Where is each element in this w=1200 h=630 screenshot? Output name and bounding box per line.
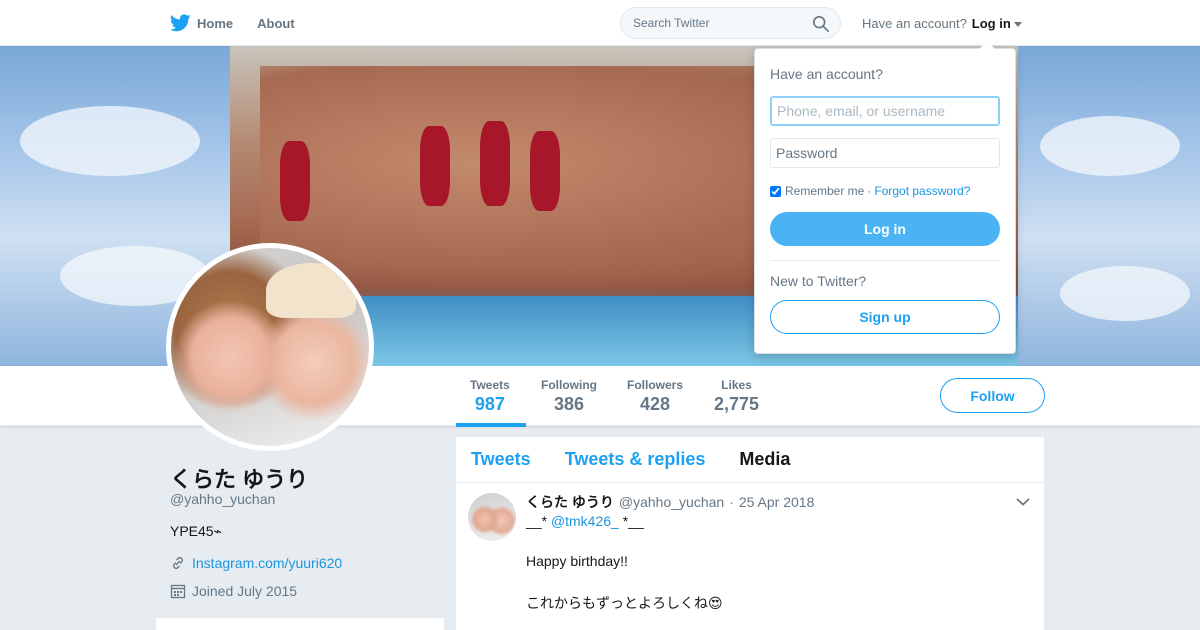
- profile-bio: YPE45⌁: [170, 523, 223, 539]
- caret-down-icon: [1013, 21, 1022, 27]
- tweet-text-line: これからもずっとよろしくね😍: [526, 595, 723, 611]
- tab-tweets[interactable]: Tweets: [471, 449, 531, 470]
- cloud-decoration: [1040, 116, 1180, 176]
- remember-me-checkbox[interactable]: [770, 185, 781, 197]
- stat-tweets-value: 987: [474, 394, 505, 414]
- avatar-photo-detail: [266, 263, 356, 318]
- profile-joined: Joined July 2015: [192, 583, 298, 599]
- profile-avatar[interactable]: [166, 243, 374, 451]
- profile-link-row: Instagram.com/yuuri620: [170, 555, 342, 571]
- login-submit-button[interactable]: Log in: [770, 212, 1000, 246]
- calendar-icon: [170, 584, 186, 599]
- tweet-header: くらた ゆうり @yahho_yuchan · 25 Apr 2018: [526, 492, 814, 512]
- stat-likes-value: 2,775: [714, 394, 760, 414]
- login-menu-label: Log in: [971, 15, 1011, 31]
- login-menu-button[interactable]: Log in: [972, 16, 1022, 31]
- timeline-tabs: Tweets Tweets & replies Media: [456, 437, 1044, 483]
- stat-followers-label: Followers: [627, 378, 684, 392]
- profile-name: くらた ゆうり: [170, 467, 309, 492]
- tweet-avatar[interactable]: [468, 493, 516, 541]
- cloud-decoration: [1060, 266, 1190, 321]
- link-icon: [173, 557, 183, 569]
- have-account-text: Have an account?: [862, 15, 967, 31]
- stat-following-value: 386: [553, 394, 585, 414]
- tweet-date[interactable]: 25 Apr 2018: [739, 494, 815, 510]
- tweet-text-line: Happy birthday!!: [526, 553, 628, 569]
- tweet-author-name[interactable]: くらた ゆうり: [526, 492, 614, 512]
- tab-tweets-and-replies[interactable]: Tweets & replies: [565, 449, 706, 470]
- stat-followers-value: 428: [639, 394, 671, 414]
- chevron-down-icon[interactable]: [1016, 497, 1030, 507]
- new-to-twitter-text: New to Twitter?: [770, 273, 867, 289]
- nav-home-label: Home: [197, 15, 234, 31]
- timeline: Tweets Tweets & replies Media くらた ゆうり @y…: [456, 437, 1044, 630]
- tweet-header-separator: ·: [729, 494, 734, 510]
- search-box[interactable]: [620, 7, 841, 39]
- stat-following-label: Following: [541, 378, 597, 392]
- account-area: Have an account? Log in: [862, 0, 1022, 46]
- forgot-password-link[interactable]: Forgot password?: [874, 184, 970, 198]
- profile-link[interactable]: Instagram.com/yuuri620: [192, 555, 342, 571]
- password-field[interactable]: [770, 138, 1000, 168]
- stat-likes-label: Likes: [721, 378, 752, 392]
- tweet-text-prefix: __*: [526, 513, 548, 529]
- cloud-decoration: [20, 106, 200, 176]
- nav-home[interactable]: Home: [170, 0, 233, 46]
- login-dropdown: Have an account? Remember me · Forgot pa…: [754, 41, 1016, 354]
- search-icon[interactable]: [812, 15, 830, 33]
- tweet-author-handle[interactable]: @yahho_yuchan: [619, 494, 724, 510]
- tweet-mention-link[interactable]: @tmk426_: [551, 513, 619, 529]
- follow-button[interactable]: Follow: [940, 378, 1045, 413]
- banner-photo-detail: [420, 126, 450, 206]
- remember-me-label[interactable]: Remember me: [785, 184, 864, 198]
- remember-separator: ·: [867, 184, 872, 198]
- profile-joined-row: Joined July 2015: [170, 583, 297, 599]
- twitter-bird-icon: [170, 14, 191, 32]
- nav-left: Home About: [170, 0, 319, 46]
- remember-me-row: Remember me · Forgot password?: [770, 184, 970, 198]
- tweet-text-suffix: *__: [622, 513, 644, 529]
- stat-likes[interactable]: Likes 2,775: [714, 378, 759, 415]
- tab-media[interactable]: Media: [739, 449, 790, 470]
- banner-photo-detail: [480, 121, 510, 206]
- search-input[interactable]: [633, 16, 803, 30]
- banner-photo-detail: [280, 141, 310, 221]
- stat-tweets-label: Tweets: [470, 378, 510, 392]
- profile-handle[interactable]: @yahho_yuchan: [170, 491, 275, 507]
- tweet-item[interactable]: くらた ゆうり @yahho_yuchan · 25 Apr 2018 __* …: [456, 483, 1044, 630]
- banner-photo-detail: [530, 131, 560, 211]
- divider: [770, 260, 1000, 261]
- nav-about[interactable]: About: [257, 0, 295, 46]
- sidebar-card: [156, 618, 444, 630]
- top-navigation-bar: Home About Have an account? Log in: [0, 0, 1200, 46]
- username-field[interactable]: [770, 96, 1000, 126]
- active-stat-underline: [456, 423, 526, 427]
- stat-followers[interactable]: Followers 428: [627, 378, 683, 415]
- stat-following[interactable]: Following 386: [541, 378, 597, 415]
- nav-about-label: About: [257, 15, 295, 31]
- login-dropdown-title: Have an account?: [770, 66, 883, 82]
- tweet-text-line: __* @tmk426_ *__: [526, 513, 644, 529]
- signup-button[interactable]: Sign up: [770, 300, 1000, 334]
- stat-tweets[interactable]: Tweets 987: [470, 378, 510, 415]
